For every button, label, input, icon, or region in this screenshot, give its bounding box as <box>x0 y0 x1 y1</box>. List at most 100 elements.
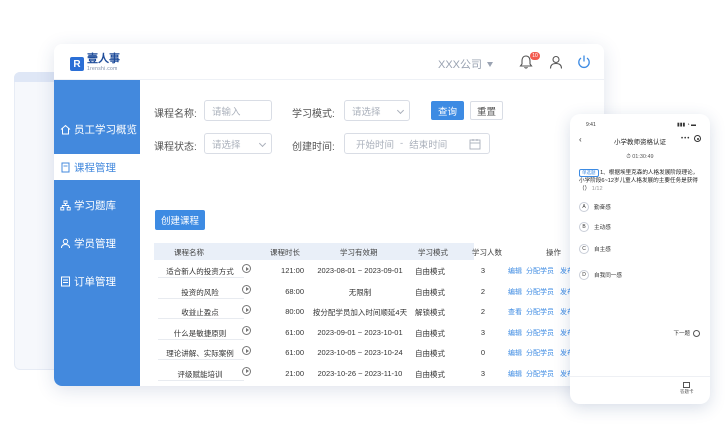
sidebar-item-student-management[interactable]: 学员管理 <box>54 230 140 256</box>
action-link[interactable]: 分配学员 <box>526 266 554 276</box>
table-row: 投资的风险 68:00 无限制 自由模式 2 编辑 分配学员 发布 <box>154 281 574 301</box>
row-divider <box>158 277 244 278</box>
cell-course-name: 什么是敏捷原则 <box>173 328 227 338</box>
sidebar-item-label: 员工学习概览 <box>74 123 137 136</box>
table-header: 课程名称 课程时长 学习有效期 学习模式 学习人数 操作 <box>154 243 561 260</box>
cell-course-name: 理论讲解、实际案例 <box>166 349 234 358</box>
study-mode-select[interactable]: 请选择 <box>344 100 410 121</box>
more-icon[interactable]: ••• <box>681 136 690 142</box>
sidebar-item-label: 学员管理 <box>74 237 116 250</box>
created-time-label: 创建时间: <box>292 142 335 153</box>
user-icon[interactable] <box>548 54 564 70</box>
play-icon[interactable] <box>242 346 251 355</box>
column-header-actions: 操作 <box>546 248 561 257</box>
next-question-button[interactable]: 下一题 <box>673 329 700 337</box>
action-link[interactable]: 分配学员 <box>526 287 554 297</box>
action-link[interactable]: 编辑 <box>508 369 522 379</box>
cell-validity: 2023-08-01 ~ 2023-09-01 <box>317 266 403 275</box>
select-placeholder: 请选择 <box>352 106 381 118</box>
table-row: 收益止盈点 80:00 按分配学员加入时间顺延4天 解锁模式 2 查看 分配学员 发布 <box>154 301 574 321</box>
power-icon[interactable] <box>576 54 592 70</box>
chevron-down-icon <box>258 139 267 148</box>
cell-mode: 自由模式 <box>415 328 445 338</box>
action-link[interactable]: 编辑 <box>508 266 522 276</box>
option-b[interactable]: B 主动感 <box>579 220 703 234</box>
sidebar-item-question-bank[interactable]: 学习题库 <box>54 192 140 218</box>
company-selector[interactable]: XXX公司 <box>438 56 494 72</box>
action-link[interactable]: 分配学员 <box>526 369 554 379</box>
status-icons: ▮▮▮ ◔ ▬ <box>676 122 696 128</box>
cell-validity: 2023-10-26 ~ 2023-11-10 <box>317 368 403 378</box>
create-course-button[interactable]: 创建课程 <box>155 210 205 230</box>
chevron-down-icon <box>396 106 405 115</box>
option-text: 自主感 <box>594 247 611 253</box>
input-placeholder: 请输入 <box>212 106 241 118</box>
cell-mode: 自由模式 <box>415 287 445 297</box>
cell-mode: 自由模式 <box>415 349 445 358</box>
option-d[interactable]: D 自我同一感 <box>579 268 703 282</box>
countdown-timer: ⏱ 01:30:49 <box>626 154 654 160</box>
row-divider <box>158 318 244 319</box>
play-icon[interactable] <box>242 284 251 294</box>
company-name: XXX公司 <box>438 59 483 71</box>
calendar-icon <box>469 139 481 150</box>
action-link[interactable]: 编辑 <box>508 287 522 297</box>
action-link[interactable]: 编辑 <box>508 348 522 358</box>
select-placeholder: 请选择 <box>212 139 241 151</box>
cell-duration: 61:00 <box>285 327 304 337</box>
action-link[interactable]: 分配学员 <box>526 307 554 317</box>
option-letter: B <box>579 222 589 232</box>
cell-validity: 按分配学员加入时间顺延4天 <box>312 308 408 317</box>
sidebar-item-label: 学习题库 <box>74 199 116 212</box>
play-icon[interactable] <box>242 325 251 335</box>
sidebar-item-label: 课程管理 <box>74 161 116 174</box>
cell-duration: 121:00 <box>281 266 304 275</box>
cell-duration: 68:00 <box>285 286 304 296</box>
course-status-select[interactable]: 请选择 <box>204 133 272 154</box>
top-bar: R 壹人事 1renshi.com XXX公司 10 <box>54 44 604 80</box>
cell-course-name: 收益止盈点 <box>181 308 219 317</box>
column-header-duration: 课程时长 <box>270 248 300 257</box>
cell-learner-count: 0 <box>480 348 486 357</box>
target-icon[interactable] <box>694 135 701 142</box>
column-header-validity: 学习有效期 <box>340 248 378 257</box>
query-button[interactable]: 查询 <box>431 101 464 120</box>
column-header-course-name: 课程名称 <box>174 248 204 257</box>
play-icon[interactable] <box>242 305 251 314</box>
option-text: 自我同一感 <box>594 273 622 279</box>
option-text: 勤奋感 <box>594 205 611 211</box>
play-icon[interactable] <box>242 366 251 376</box>
option-c[interactable]: C 自主感 <box>579 242 703 256</box>
option-letter: C <box>579 244 589 254</box>
option-a[interactable]: A 勤奋感 <box>579 200 703 214</box>
question-text: 单选题 1、根据埃里克森的人格发展阶段理论，小学阶段6~12岁儿童人格发展的主要… <box>579 169 703 193</box>
date-range-picker[interactable]: 开始时间 - 结束时间 <box>344 133 490 154</box>
question-progress: 1/12 <box>591 186 603 192</box>
column-header-mode: 学习模式 <box>418 248 448 257</box>
action-link[interactable]: 分配学员 <box>526 348 554 358</box>
list-icon <box>61 276 70 286</box>
next-label: 下一题 <box>673 331 690 337</box>
table-row: 明关策疑44:002023-11-11 ~ 2023-11-30自由模式1编辑分… <box>154 383 474 386</box>
reset-button[interactable]: 重置 <box>470 101 503 120</box>
action-link[interactable]: 编辑 <box>508 328 522 338</box>
course-name-label: 课程名称: <box>154 109 197 120</box>
cell-validity: 2023-09-01 ~ 2023-10-01 <box>317 327 403 337</box>
answer-sheet-icon <box>683 382 691 388</box>
sidebar-item-course-management[interactable]: 课程管理 <box>54 154 140 180</box>
answer-sheet-button[interactable]: 答题卡 <box>680 382 694 395</box>
table-row: 什么是敏捷原则 61:00 2023-09-01 ~ 2023-10-01 自由模式 3… <box>154 322 574 342</box>
action-link[interactable]: 查看 <box>508 307 522 317</box>
cell-mode: 自由模式 <box>415 267 445 276</box>
study-mode-label: 学习模式: <box>292 109 335 120</box>
sidebar-item-learning-overview[interactable]: 员工学习概览 <box>54 116 140 142</box>
sidebar-item-order-management[interactable]: 订单管理 <box>54 268 140 294</box>
logo: R 壹人事 1renshi.com <box>70 54 120 74</box>
document-icon <box>61 162 70 172</box>
action-link[interactable]: 分配学员 <box>526 328 554 338</box>
footer-divider <box>570 376 710 377</box>
course-name-input[interactable]: 请输入 <box>204 100 272 121</box>
table-row: 理论讲解、实际案例 61:00 2023-10-05 ~ 2023-10-24 自由模… <box>154 342 574 362</box>
play-icon[interactable] <box>242 264 251 273</box>
table-row: 评级赋能培训 21:00 2023-10-26 ~ 2023-11-10 自由模式 3 编… <box>154 363 574 383</box>
